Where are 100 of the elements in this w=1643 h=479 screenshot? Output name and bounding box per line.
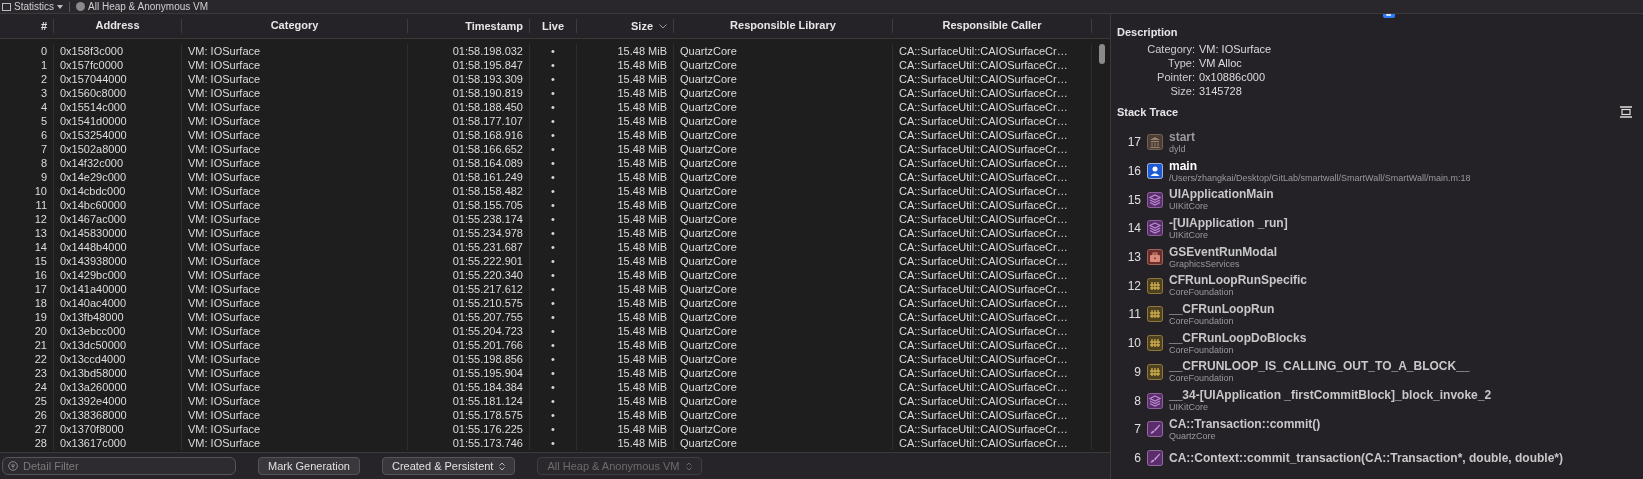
field-label: Size:: [1169, 84, 1195, 98]
table-cell: CA::SurfaceUtil::CAIOSurfaceCr…: [893, 184, 1092, 198]
table-cell: 22: [0, 352, 54, 366]
table-cell: •: [530, 310, 577, 324]
field-label: Pointer:: [1156, 70, 1195, 84]
frame-symbol[interactable]: CA::Transaction::commit(): [1169, 416, 1321, 431]
table-cell: •: [530, 212, 577, 226]
frame-number: 17: [1126, 135, 1141, 150]
frame-symbol[interactable]: __34-[UIApplication _firstCommitBlock]_block_invoke_2: [1169, 388, 1492, 403]
frame-number: 6: [1133, 450, 1141, 465]
table-cell: QuartzCore: [674, 226, 893, 240]
table-cell: VM: IOSurface: [182, 408, 408, 422]
lifetime-popup[interactable]: Created & Persistent: [381, 457, 516, 475]
expand-icon[interactable]: [1619, 106, 1633, 118]
column-header[interactable]: #: [0, 19, 54, 33]
frame-symbol[interactable]: UIApplicationMain: [1169, 187, 1274, 202]
table-cell: 01:55.204.723: [408, 324, 530, 338]
table-cell: •: [530, 254, 577, 268]
table-cell: QuartzCore: [674, 380, 893, 394]
table-cell: 15.48 MiB: [577, 72, 674, 86]
table-cell: 15.48 MiB: [577, 422, 674, 436]
table-cell: VM: IOSurface: [182, 282, 408, 296]
table-cell: 8: [0, 156, 54, 170]
column-header[interactable]: Category: [182, 19, 408, 33]
table-cell: 15.48 MiB: [577, 338, 674, 352]
table-cell: 01:55.198.856: [408, 352, 530, 366]
table-cell: •: [530, 156, 577, 170]
table-cell: 01:55.195.904: [408, 366, 530, 380]
building-icon: [1147, 134, 1163, 151]
table-cell: CA::SurfaceUtil::CAIOSurfaceCr…: [893, 352, 1092, 366]
table-cell: CA::SurfaceUtil::CAIOSurfaceCr…: [893, 282, 1092, 296]
frame-symbol[interactable]: -[UIApplication _run]: [1169, 215, 1288, 230]
table-cell: 0x14f32c000: [54, 156, 182, 170]
scrollbar-thumb[interactable]: [1099, 44, 1105, 64]
stepper-icon: [499, 461, 506, 471]
frame-library: CoreFoundation: [1169, 287, 1235, 299]
table-cell: CA::SurfaceUtil::CAIOSurfaceCr…: [893, 114, 1092, 128]
mark-generation-button[interactable]: Mark Generation: [258, 457, 360, 475]
table-cell: 01:55.220.340: [408, 268, 530, 282]
section-title: Description: [1117, 26, 1179, 38]
table-cell: 15.48 MiB: [577, 156, 674, 170]
table-cell: 2: [0, 72, 54, 86]
scope-selector[interactable]: All Heap & Anonymous VM: [76, 1, 209, 12]
table-cell: 28: [0, 436, 54, 450]
table-cell: 01:55.173.746: [408, 436, 530, 450]
table-cell: CA::SurfaceUtil::CAIOSurfaceCr…: [893, 338, 1092, 352]
table-cell: QuartzCore: [674, 58, 893, 72]
table-cell: 01:55.210.575: [408, 296, 530, 310]
table-cell: QuartzCore: [674, 352, 893, 366]
table-cell: •: [530, 170, 577, 184]
column-header[interactable]: Address: [54, 19, 182, 33]
table-cell: CA::SurfaceUtil::CAIOSurfaceCr…: [893, 156, 1092, 170]
table-cell: QuartzCore: [674, 268, 893, 282]
frame-symbol[interactable]: __CFRUNLOOP_IS_CALLING_OUT_TO_A_BLOCK__: [1169, 359, 1470, 374]
table-cell: CA::SurfaceUtil::CAIOSurfaceCr…: [893, 72, 1092, 86]
frame-symbol[interactable]: main: [1169, 158, 1471, 173]
frame-symbol[interactable]: CA::Context::commit_transaction(CA::Transaction*, double, double*): [1169, 450, 1563, 465]
frame-symbol[interactable]: __CFRunLoopRun: [1169, 301, 1275, 316]
column-header[interactable]: Responsible Library: [674, 19, 893, 33]
table-cell: •: [530, 324, 577, 338]
frame-symbol[interactable]: GSEventRunModal: [1169, 244, 1277, 259]
table-cell: VM: IOSurface: [182, 324, 408, 338]
toolbox-icon: [1147, 249, 1163, 266]
table-cell: 0x1541d0000: [54, 114, 182, 128]
table-cell: QuartzCore: [674, 366, 893, 380]
table-cell: •: [530, 394, 577, 408]
table-cell: QuartzCore: [674, 394, 893, 408]
table-cell: CA::SurfaceUtil::CAIOSurfaceCr…: [893, 128, 1092, 142]
frame-number: 13: [1126, 250, 1141, 265]
table-cell: 01:58.193.309: [408, 72, 530, 86]
stepper-icon: [685, 461, 692, 471]
table-cell: 15.48 MiB: [577, 310, 674, 324]
table-cell: QuartzCore: [674, 184, 893, 198]
statistics-menu[interactable]: Statistics: [2, 1, 63, 12]
filter-field[interactable]: Detail Filter: [2, 457, 236, 475]
frame-symbol[interactable]: __CFRunLoopDoBlocks: [1169, 330, 1307, 345]
table-cell: 12: [0, 212, 54, 226]
column-header[interactable]: Size: [577, 19, 674, 33]
table-cell: VM: IOSurface: [182, 296, 408, 310]
table-cell: 0x140ac4000: [54, 296, 182, 310]
table-cell: QuartzCore: [674, 254, 893, 268]
table-cell: 14: [0, 240, 54, 254]
table-cell: •: [530, 240, 577, 254]
table-cell: 20: [0, 324, 54, 338]
column-header[interactable]: Responsible Caller: [893, 19, 1092, 33]
table-cell: VM: IOSurface: [182, 114, 408, 128]
frame-symbol[interactable]: CFRunLoopRunSpecific: [1169, 273, 1307, 288]
table-cell: 24: [0, 380, 54, 394]
table-cell: CA::SurfaceUtil::CAIOSurfaceCr…: [893, 408, 1092, 422]
column-header[interactable]: Live: [530, 19, 577, 33]
table-cell: VM: IOSurface: [182, 128, 408, 142]
table-cell: 27: [0, 422, 54, 436]
frame-library: GraphicsServices: [1169, 258, 1241, 270]
table-cell: 01:55.178.575: [408, 408, 530, 422]
table-cell: 5: [0, 114, 54, 128]
table-cell: 01:55.238.174: [408, 212, 530, 226]
column-header[interactable]: Timestamp: [408, 19, 530, 33]
frame-symbol[interactable]: start: [1169, 129, 1195, 144]
table-cell: CA::SurfaceUtil::CAIOSurfaceCr…: [893, 310, 1092, 324]
table-cell: •: [530, 338, 577, 352]
